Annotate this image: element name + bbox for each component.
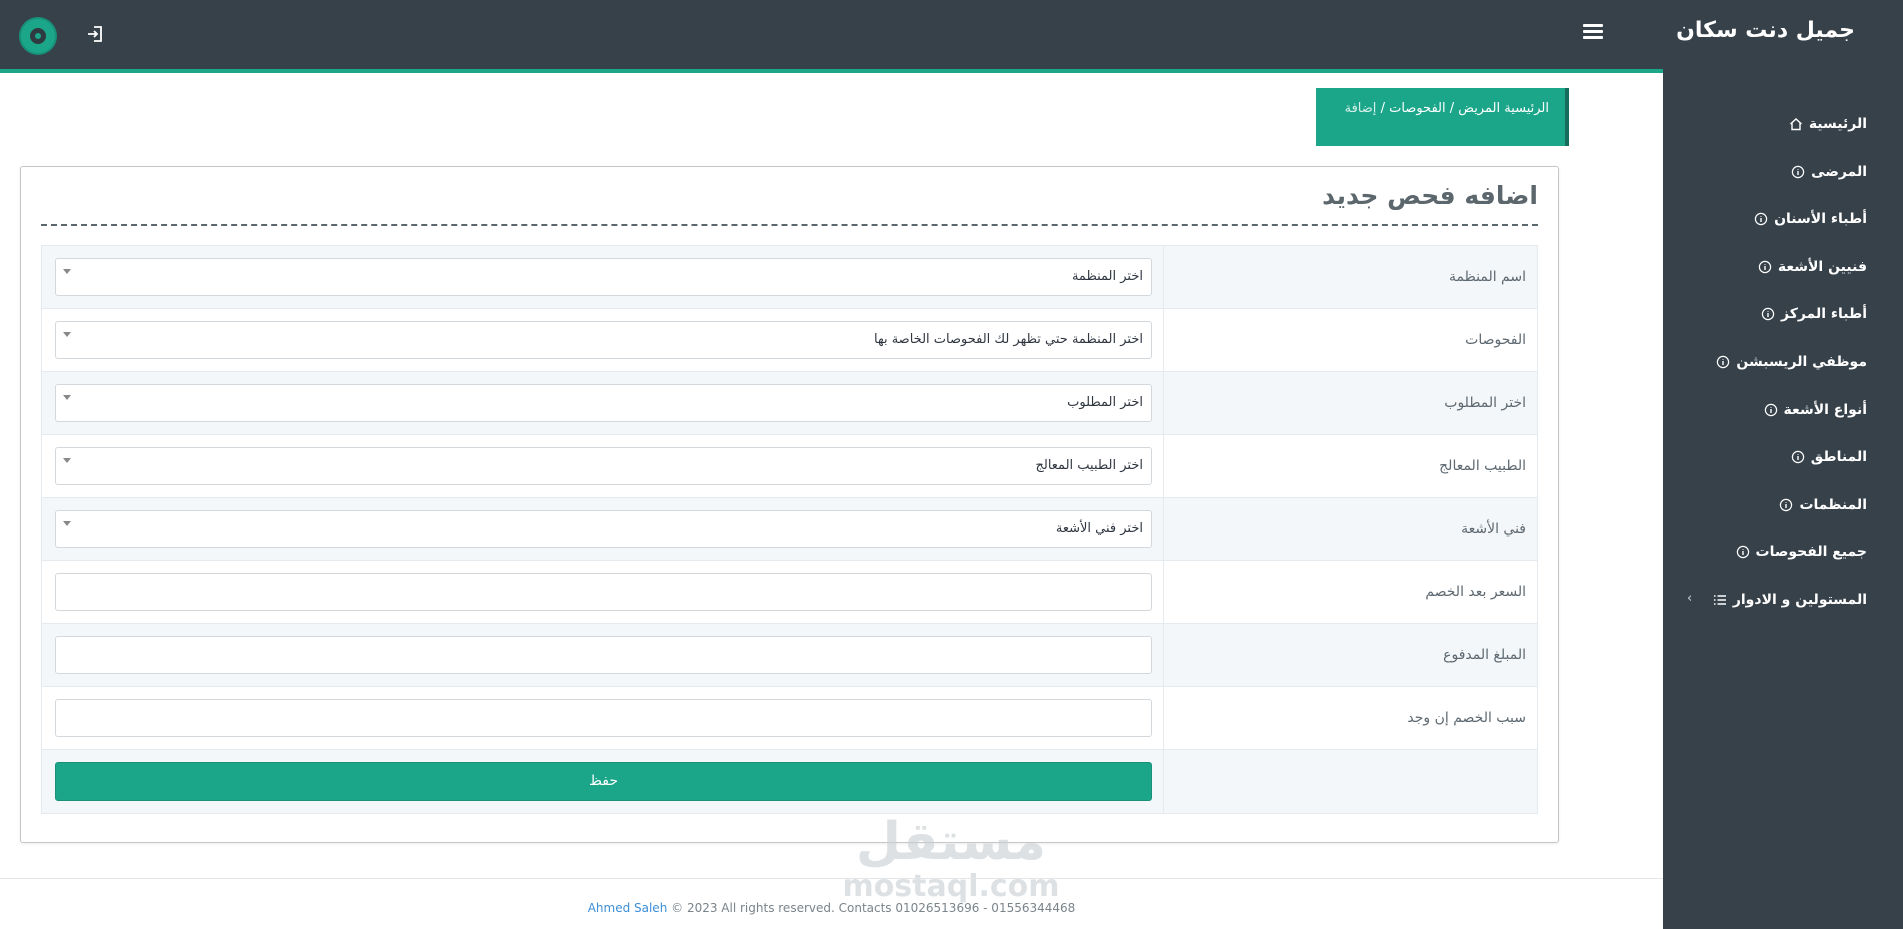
requested-select[interactable]: اختر المطلوب — [55, 384, 1152, 422]
info-icon — [1761, 307, 1775, 321]
form-row-organization: اسم المنظمة اختر المنظمة — [42, 246, 1537, 309]
form-row-treating-doctor: الطبيب المعالج اختر الطبيب المعالج — [42, 435, 1537, 498]
select-value: اختر المنظمة — [1071, 269, 1143, 284]
chevron-left-icon[interactable]: ‹ — [1687, 591, 1692, 606]
footer-copyright: © 2023 All rights reserved. Contacts 010… — [671, 901, 1076, 915]
select-value: اختر فني الأشعة — [1055, 521, 1143, 536]
logout-icon[interactable] — [85, 24, 105, 44]
treating-doctor-select[interactable]: اختر الطبيب المعالج — [55, 447, 1152, 485]
sidebar-item-label: أطباء الأسنان — [1774, 211, 1867, 227]
hamburger-icon[interactable] — [1583, 24, 1603, 42]
sidebar-item-dentists[interactable]: أطباء الأسنان — [1754, 207, 1867, 231]
info-icon — [1758, 260, 1772, 274]
home-icon — [1789, 118, 1802, 131]
footer: Ahmed Saleh © 2023 All rights reserved. … — [0, 901, 1663, 915]
info-icon — [1754, 212, 1768, 226]
discount-reason-input[interactable] — [55, 699, 1152, 737]
breadcrumb: الرئيسية المريض / الفحوصات / إضافة — [1316, 88, 1569, 146]
top-navbar: جميل دنت سكان — [0, 0, 1903, 69]
breadcrumb-patient[interactable]: المريض — [1458, 101, 1500, 116]
field-label: سبب الخصم إن وجد — [1407, 710, 1526, 726]
sidebar-item-center-doctors[interactable]: أطباء المركز — [1761, 302, 1867, 326]
list-icon — [1713, 595, 1726, 605]
form-row-discount-reason: سبب الخصم إن وجد — [42, 687, 1537, 750]
sidebar-item-patients[interactable]: المرضى — [1791, 160, 1867, 184]
sidebar-item-label: الرئيسية — [1808, 116, 1867, 132]
sidebar-item-all-exams[interactable]: جميع الفحوصات — [1736, 540, 1867, 564]
select-value: اختر الطبيب المعالج — [1035, 458, 1143, 473]
caret-down-icon — [63, 521, 71, 526]
sidebar-item-label: موظفي الريسبشن — [1736, 354, 1867, 370]
watermark-latin: mostaql.com — [842, 869, 1060, 904]
sidebar-item-label: جميع الفحوصات — [1755, 544, 1867, 560]
field-label: السعر بعد الخصم — [1425, 584, 1526, 600]
form-row-paid-amount: المبلغ المدفوع — [42, 624, 1537, 687]
price-after-discount-input[interactable] — [55, 573, 1152, 611]
brand-title[interactable]: جميل دنت سكان — [1676, 18, 1855, 43]
sidebar-item-label: المرضى — [1811, 164, 1867, 180]
breadcrumb-separator: / — [1380, 101, 1385, 116]
watermark: مستقل mostaql.com — [835, 812, 1067, 912]
field-label: الطبيب المعالج — [1439, 458, 1526, 474]
topbar-accent-line — [0, 69, 1663, 73]
sidebar-item-label: أنواع الأشعة — [1783, 402, 1867, 418]
field-label: المبلغ المدفوع — [1443, 647, 1526, 663]
add-exam-form: اسم المنظمة اختر المنظمة الفحوصات اختر ا… — [41, 245, 1538, 814]
caret-down-icon — [63, 395, 71, 400]
page-title: اضافه فحص جديد — [1322, 181, 1538, 210]
exams-select[interactable]: اختر المنظمة حتي تظهر لك الفحوصات الخاصة… — [55, 321, 1152, 359]
sidebar-item-label: أطباء المركز — [1781, 306, 1867, 322]
select-value: اختر المنظمة حتي تظهر لك الفحوصات الخاصة… — [874, 332, 1143, 347]
add-exam-card: اضافه فحص جديد اسم المنظمة اختر المنظمة … — [20, 166, 1559, 843]
caret-down-icon — [63, 269, 71, 274]
breadcrumb-home[interactable]: الرئيسية — [1504, 101, 1549, 116]
avatar[interactable] — [21, 19, 55, 53]
organization-select[interactable]: اختر المنظمة — [55, 258, 1152, 296]
footer-author-link[interactable]: Ahmed Saleh — [588, 901, 668, 915]
form-row-exams: الفحوصات اختر المنظمة حتي تظهر لك الفحوص… — [42, 309, 1537, 372]
breadcrumb-separator: / — [1449, 101, 1455, 116]
sidebar: الرئيسية المرضى أطباء الأسنان فنيين الأش… — [1663, 69, 1903, 929]
info-icon — [1791, 165, 1805, 179]
info-icon — [1764, 403, 1777, 417]
title-divider — [41, 224, 1538, 226]
sidebar-item-label: المنظمات — [1799, 497, 1867, 513]
form-row-requested: اختر المطلوب اختر المطلوب — [42, 372, 1537, 435]
sidebar-item-label: فنيين الأشعة — [1777, 259, 1867, 275]
sidebar-item-radiology-technicians[interactable]: فنيين الأشعة — [1758, 255, 1867, 279]
field-label: اختر المطلوب — [1444, 395, 1526, 411]
breadcrumb-current: إضافة — [1344, 101, 1377, 116]
paid-amount-input[interactable] — [55, 636, 1152, 674]
sidebar-item-label: المناطق — [1810, 449, 1867, 465]
sidebar-item-radiology-types[interactable]: أنواع الأشعة — [1764, 398, 1867, 422]
sidebar-item-home[interactable]: الرئيسية — [1789, 112, 1867, 136]
field-label: فني الأشعة — [1461, 521, 1526, 537]
watermark-arabic: مستقل — [855, 812, 1047, 872]
footer-divider — [0, 878, 1663, 879]
sidebar-item-regions[interactable]: المناطق — [1791, 445, 1867, 469]
info-icon — [1736, 545, 1749, 559]
field-label: الفحوصات — [1465, 332, 1526, 348]
sidebar-item-organizations[interactable]: المنظمات — [1779, 493, 1867, 517]
info-icon — [1780, 498, 1793, 512]
sidebar-item-label: المستولين و الادوار — [1732, 592, 1867, 608]
field-label: اسم المنظمة — [1449, 269, 1526, 285]
info-icon — [1717, 355, 1730, 369]
radiology-technician-select[interactable]: اختر فني الأشعة — [55, 510, 1152, 548]
breadcrumb-exams[interactable]: الفحوصات — [1389, 101, 1446, 116]
form-row-actions: حفظ — [42, 750, 1537, 813]
select-value: اختر المطلوب — [1067, 395, 1143, 410]
sidebar-item-officials-roles[interactable]: المستولين و الادوار — [1713, 588, 1867, 612]
info-icon — [1791, 450, 1804, 464]
sidebar-item-reception-staff[interactable]: موظفي الريسبشن — [1716, 350, 1867, 374]
caret-down-icon — [63, 458, 71, 463]
caret-down-icon — [63, 332, 71, 337]
form-row-radiology-technician: فني الأشعة اختر فني الأشعة — [42, 498, 1537, 561]
save-button[interactable]: حفظ — [55, 762, 1152, 801]
form-row-price-after-discount: السعر بعد الخصم — [42, 561, 1537, 624]
